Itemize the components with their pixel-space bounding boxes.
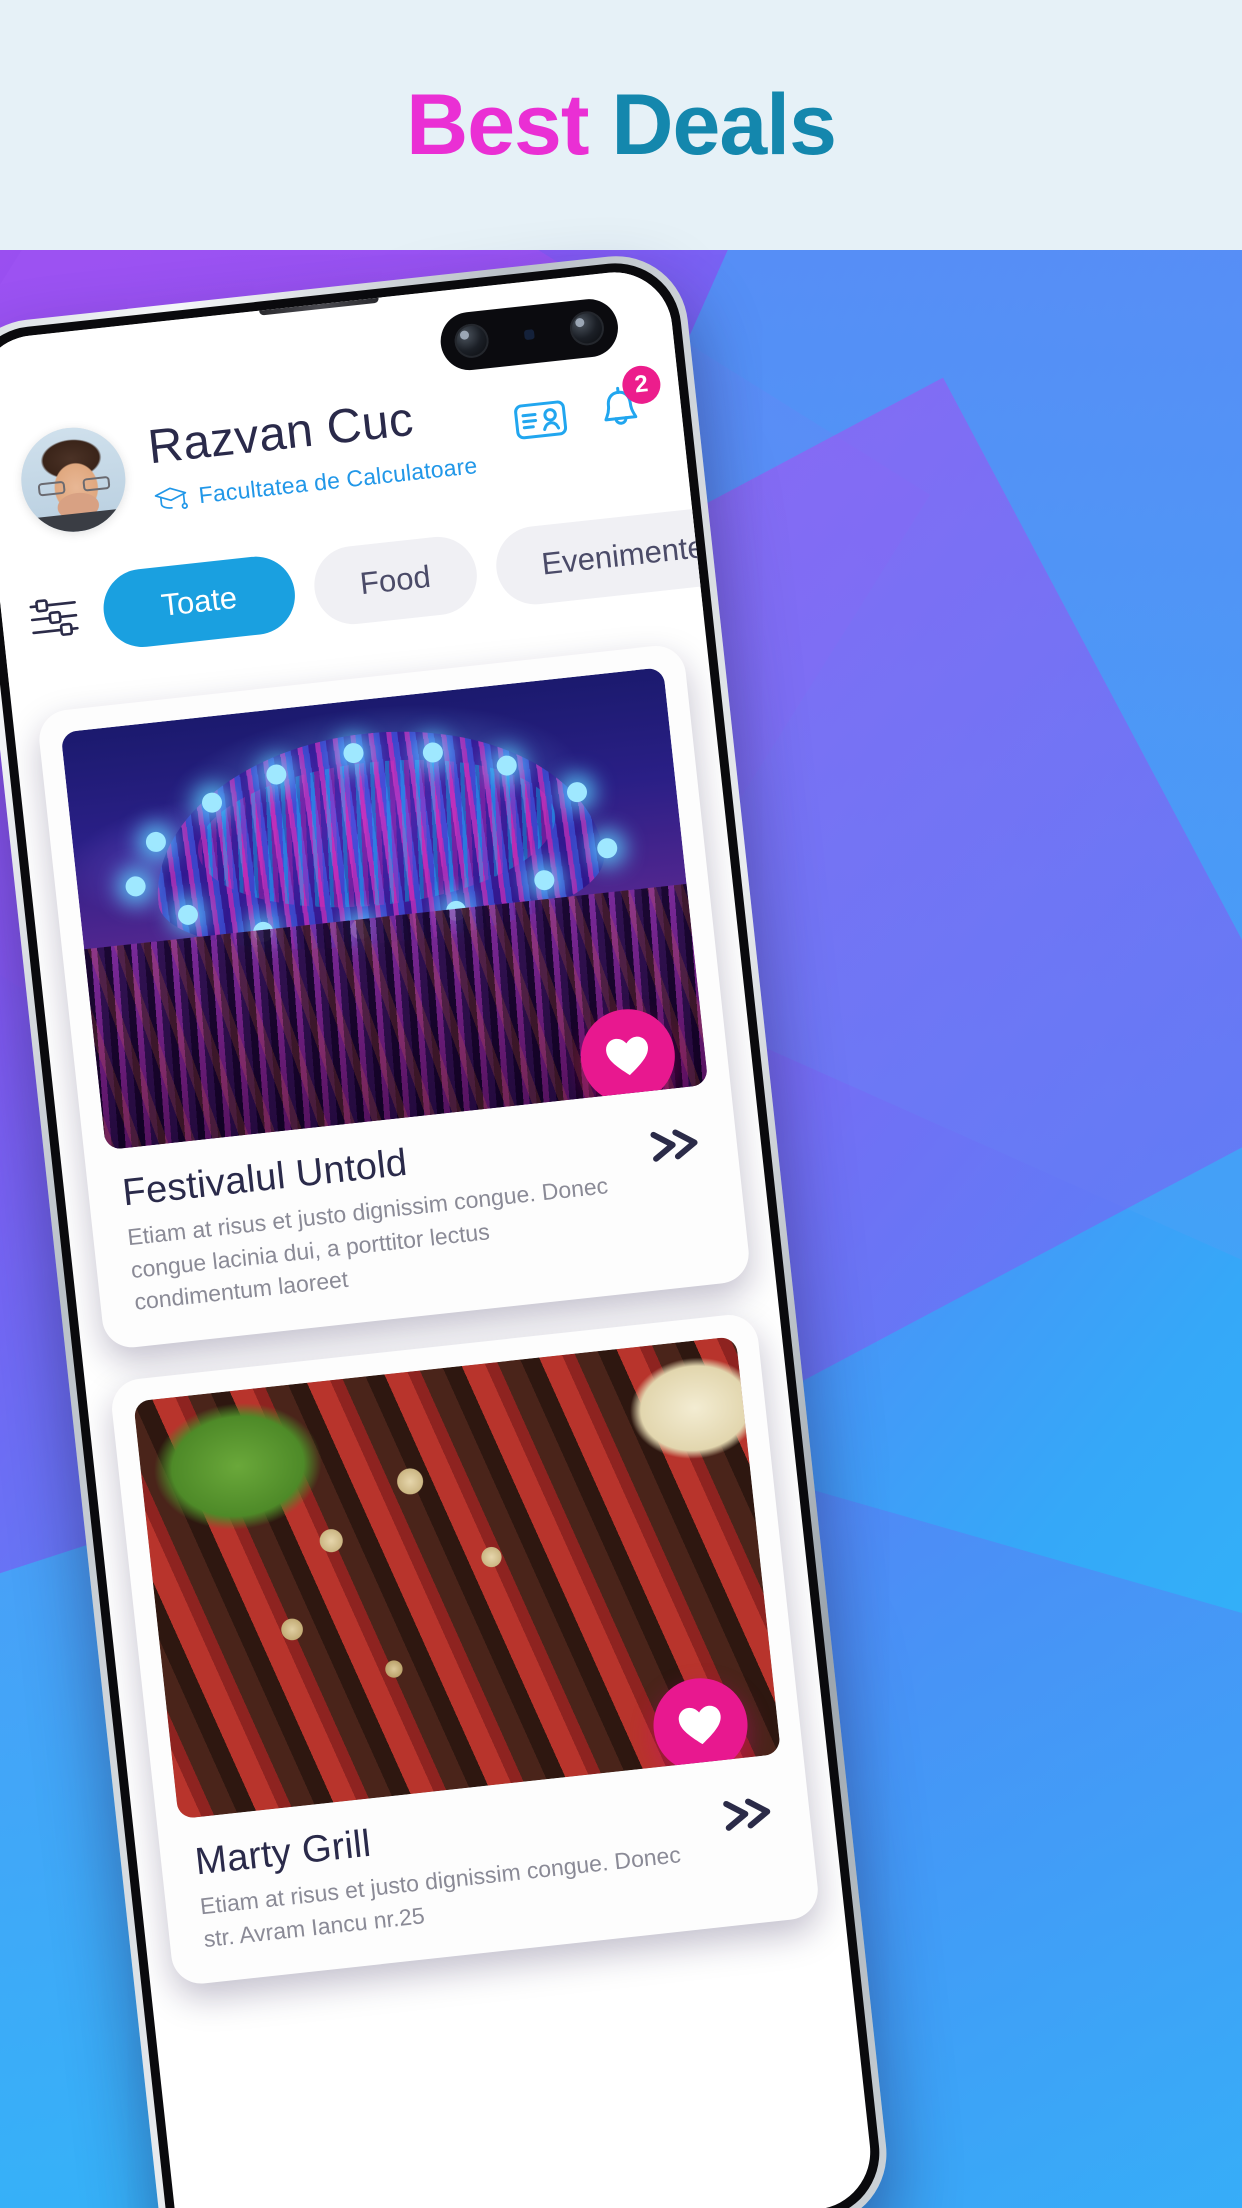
phone-mockup: Razvan Cuc Facultatea de Calculatoare 2 … — [0, 0, 1242, 2208]
front-camera-icon — [452, 322, 491, 360]
tab-evenimente[interactable]: Evenimente — [491, 503, 704, 609]
deal-card-festival[interactable]: Festivalul Untold Etiam at risus et just… — [36, 642, 752, 1351]
notifications-button[interactable]: 2 — [590, 363, 663, 442]
heart-icon — [678, 1705, 721, 1745]
header-actions: 2 — [509, 363, 663, 450]
double-chevron-right-icon[interactable] — [715, 1789, 779, 1839]
user-info: Razvan Cuc Facultatea de Calculatoare — [145, 380, 519, 514]
front-camera-secondary-icon — [568, 309, 606, 348]
filter-sliders-icon[interactable] — [25, 589, 82, 646]
tab-toate[interactable]: Toate — [99, 552, 299, 651]
deals-feed[interactable]: Festivalul Untold Etiam at risus et just… — [9, 612, 876, 2208]
avatar[interactable] — [16, 422, 131, 538]
phone-frame: Razvan Cuc Facultatea de Calculatoare 2 … — [0, 248, 894, 2208]
phone-bezel: Razvan Cuc Facultatea de Calculatoare 2 … — [0, 256, 887, 2208]
phone-screen: Razvan Cuc Facultatea de Calculatoare 2 … — [0, 266, 877, 2208]
tab-food[interactable]: Food — [310, 532, 481, 629]
sensor-icon — [523, 329, 535, 341]
deal-card-grill[interactable]: Marty Grill Etiam at risus et justo dign… — [108, 1311, 821, 1987]
contact-card-icon[interactable] — [511, 390, 571, 450]
double-chevron-right-icon[interactable] — [642, 1120, 706, 1170]
heart-icon — [606, 1036, 648, 1076]
concert-festival-photo — [60, 667, 709, 1151]
graduation-cap-icon — [153, 484, 190, 514]
grilled-steak-photo — [133, 1336, 782, 1820]
